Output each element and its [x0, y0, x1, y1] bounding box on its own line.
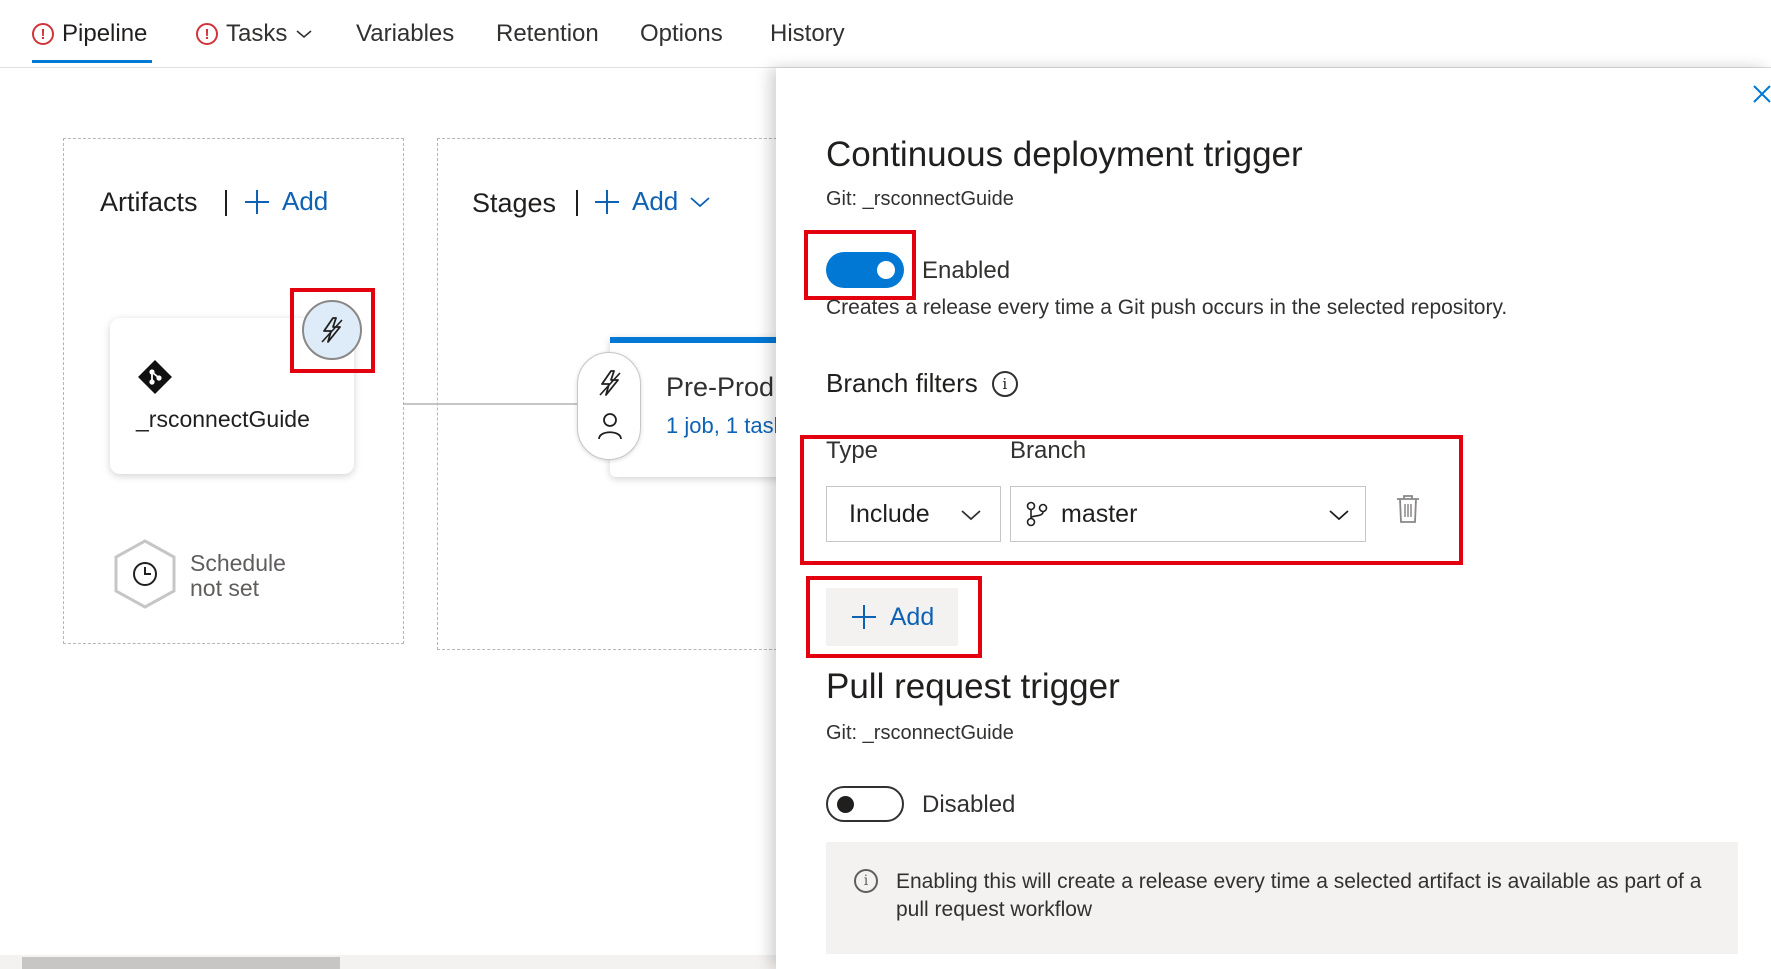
pr-trigger-title: Pull request trigger — [826, 667, 1120, 706]
tab-history[interactable]: History — [770, 14, 845, 54]
highlight-box-branch-filter — [800, 435, 1463, 565]
pr-toggle-label: Disabled — [922, 791, 1016, 818]
add-stage-label: Add — [632, 186, 679, 216]
error-circle-icon: ! — [196, 23, 218, 45]
tab-variables-label: Variables — [356, 20, 455, 47]
trigger-panel: Continuous deployment trigger Git: _rsco… — [776, 68, 1771, 969]
pre-deployment-conditions[interactable] — [577, 352, 641, 460]
highlight-box-trigger — [290, 288, 375, 373]
stage-summary-link[interactable]: 1 job, 1 task — [666, 413, 785, 439]
chevron-down-icon — [690, 196, 710, 207]
artifacts-title: Artifacts — [100, 187, 198, 217]
close-icon[interactable] — [1750, 82, 1771, 106]
add-artifact-label: Add — [282, 186, 329, 216]
person-icon — [598, 413, 622, 440]
tab-pipeline[interactable]: ! Pipeline — [32, 14, 147, 54]
plus-icon — [245, 189, 269, 214]
pr-info-line2: pull request workflow — [896, 898, 1093, 921]
pr-trigger-source: Git: _rsconnectGuide — [826, 722, 1014, 744]
toggle-knob — [837, 796, 854, 813]
tab-retention-label: Retention — [496, 20, 599, 47]
scrollbar-thumb[interactable] — [22, 957, 340, 969]
pr-info-line1: Enabling this will create a release ever… — [896, 870, 1702, 893]
pr-trigger-toggle[interactable] — [826, 786, 904, 822]
schedule-status: Schedule not set — [190, 551, 286, 601]
highlight-box-toggle — [804, 230, 916, 300]
cd-trigger-source: Git: _rsconnectGuide — [826, 188, 1014, 210]
tab-options[interactable]: Options — [640, 14, 723, 54]
stage-name: Pre-Prod — [666, 372, 775, 402]
tab-variables[interactable]: Variables — [356, 14, 454, 54]
error-circle-icon: ! — [32, 23, 54, 45]
branch-filters-title: Branch filters — [826, 368, 978, 398]
git-icon — [138, 360, 172, 394]
stages-title: Stages — [472, 188, 557, 218]
stages-divider — [576, 190, 578, 216]
tab-pipeline-label: Pipeline — [62, 20, 148, 47]
cd-trigger-title: Continuous deployment trigger — [826, 135, 1303, 174]
tab-retention[interactable]: Retention — [496, 14, 599, 54]
artifact-name: _rsconnectGuide — [136, 406, 310, 432]
info-icon[interactable]: i — [991, 370, 1018, 397]
cd-toggle-label: Enabled — [922, 257, 1011, 284]
active-tab-underline — [32, 60, 152, 63]
plus-icon — [595, 189, 619, 214]
schedule-button[interactable] — [112, 538, 178, 610]
tab-options-label: Options — [640, 20, 723, 47]
schedule-line1: Schedule — [190, 550, 286, 576]
artifacts-divider — [225, 190, 227, 216]
tab-tasks[interactable]: ! Tasks — [196, 14, 313, 54]
lightning-icon — [599, 370, 621, 396]
chevron-down-icon — [296, 30, 312, 39]
info-icon: i — [854, 869, 878, 893]
pr-info-message: i Enabling this will create a release ev… — [826, 842, 1738, 954]
pr-info-text: Enabling this will create a release ever… — [896, 868, 1701, 924]
branch-filters-heading: Branch filters i — [826, 368, 1018, 399]
add-artifact-button[interactable]: Add — [242, 186, 328, 217]
top-tab-bar: ! Pipeline ! Tasks Variables Retention O… — [0, 0, 1771, 68]
highlight-box-add — [806, 576, 982, 658]
cd-trigger-description: Creates a release every time a Git push … — [826, 296, 1508, 319]
horizontal-scrollbar[interactable] — [0, 955, 776, 969]
tab-history-label: History — [770, 20, 845, 47]
add-stage-button[interactable]: Add — [592, 186, 712, 217]
tab-tasks-label: Tasks — [226, 20, 288, 47]
schedule-line2: not set — [190, 575, 260, 601]
